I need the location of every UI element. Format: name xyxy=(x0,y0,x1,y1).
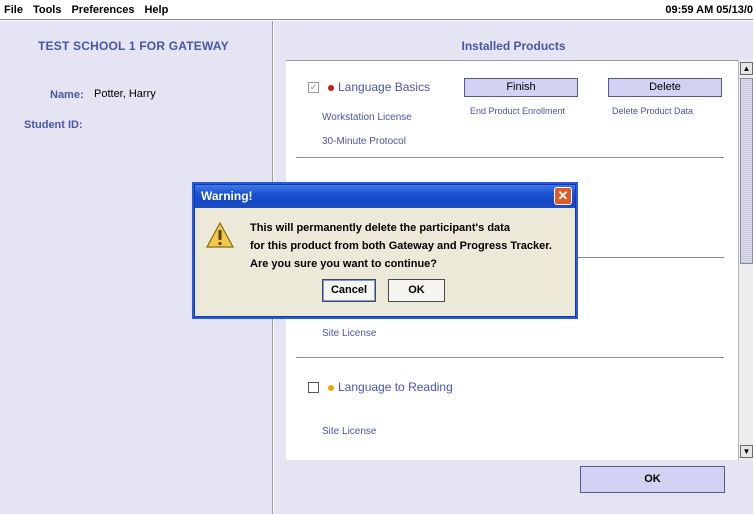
vertical-scrollbar[interactable]: ▲ ▼ xyxy=(738,60,753,460)
warning-dialog: Warning! ✕ This will permanently delete … xyxy=(194,184,576,317)
arrow-down-icon[interactable]: ▼ xyxy=(740,445,753,458)
dialog-message-line: This will permanently delete the partici… xyxy=(250,222,510,234)
status-dot xyxy=(328,385,334,391)
license-label: Site License xyxy=(322,426,377,437)
clock-display: 09:59 AM 05/13/0 xyxy=(665,4,753,16)
delete-button[interactable]: Delete xyxy=(608,78,722,97)
menu-preferences[interactable]: Preferences xyxy=(66,0,139,20)
student-id-label: Student ID: xyxy=(24,119,83,131)
check-icon: ✓ xyxy=(309,82,318,92)
delete-caption: Delete Product Data xyxy=(612,106,694,116)
status-dot xyxy=(328,85,334,91)
dialog-message-line: Are you sure you want to continue? xyxy=(250,258,438,270)
menu-help[interactable]: Help xyxy=(139,0,173,20)
school-title: TEST SCHOOL 1 FOR GATEWAY xyxy=(38,39,229,53)
arrow-up-icon[interactable]: ▲ xyxy=(740,62,753,75)
dialog-message-line: for this product from both Gateway and P… xyxy=(250,240,552,252)
license-label: Site License xyxy=(322,328,377,339)
product-checkbox[interactable]: ✓ xyxy=(308,82,319,93)
ok-button[interactable]: OK xyxy=(580,466,725,493)
finish-button[interactable]: Finish xyxy=(464,78,578,97)
product-row-language-to-reading: Language to Reading Site License xyxy=(286,358,738,460)
dialog-titlebar[interactable]: Warning! ✕ xyxy=(195,185,575,208)
menu-bar: File Tools Preferences Help 09:59 AM 05/… xyxy=(0,0,753,20)
product-name[interactable]: Language Basics xyxy=(338,80,430,94)
product-row-language-basics: ✓ Language Basics Workstation License 30… xyxy=(286,61,738,158)
installed-products-title: Installed Products xyxy=(461,39,566,53)
menu-file[interactable]: File xyxy=(0,0,28,20)
name-value: Potter, Harry xyxy=(94,88,156,100)
protocol-label: 30-Minute Protocol xyxy=(322,136,406,147)
scroll-thumb[interactable] xyxy=(740,78,753,264)
name-label: Name: xyxy=(50,89,84,101)
product-checkbox[interactable] xyxy=(308,382,319,393)
finish-caption: End Product Enrollment xyxy=(470,106,566,116)
menu-tools[interactable]: Tools xyxy=(28,0,67,20)
license-label: Workstation License xyxy=(322,112,412,123)
dialog-title: Warning! xyxy=(201,189,253,203)
dialog-ok-button[interactable]: OK xyxy=(388,279,445,302)
row-divider xyxy=(296,157,724,158)
cancel-button[interactable]: Cancel xyxy=(322,279,376,302)
close-icon[interactable]: ✕ xyxy=(554,187,572,205)
warning-icon xyxy=(205,221,235,248)
product-name[interactable]: Language to Reading xyxy=(338,380,453,394)
